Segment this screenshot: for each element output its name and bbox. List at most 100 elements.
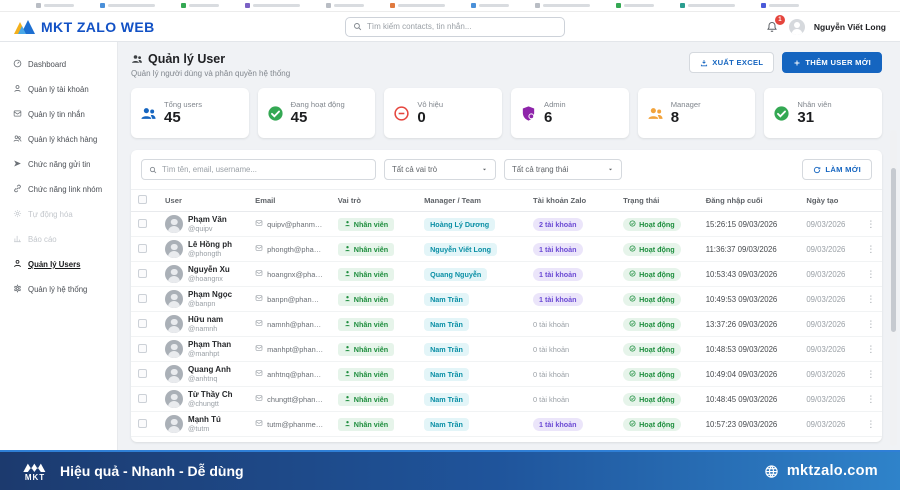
row-checkbox[interactable] <box>138 343 147 353</box>
role-filter-select[interactable]: Tất cả vai trò <box>384 159 496 180</box>
table-search[interactable] <box>141 159 376 180</box>
row-actions-button[interactable]: ⋮ <box>866 344 875 355</box>
check-circle-icon <box>629 344 636 354</box>
notification-badge: 1 <box>774 14 785 25</box>
envelope-icon <box>255 419 263 429</box>
row-checkbox[interactable] <box>138 268 147 278</box>
bookmark-item[interactable] <box>181 3 219 8</box>
zalo-accounts-badge[interactable]: 1 tài khoản <box>533 292 583 306</box>
row-actions-button[interactable]: ⋮ <box>866 269 875 280</box>
status-badge: Hoạt động <box>623 317 681 331</box>
user-avatar <box>165 365 184 383</box>
bookmark-item[interactable] <box>471 3 509 8</box>
sidebar-item-chức-năng-gửi-tin[interactable]: Chức năng gửi tin <box>0 152 117 177</box>
select-all-checkbox[interactable] <box>138 195 147 204</box>
report-icon <box>13 234 22 245</box>
stat-value: 0 <box>417 109 426 127</box>
sidebar-item-tự-động-hóa[interactable]: Tự động hóa <box>0 202 117 227</box>
manager-link[interactable]: Nam Trần <box>424 317 469 331</box>
table-search-input[interactable] <box>162 165 368 174</box>
sidebar-item-quản-lý-users[interactable]: Quản lý Users <box>0 252 117 277</box>
user-name: Phạm Văn <box>188 215 227 224</box>
stat-card: Tổng users 45 <box>131 88 249 138</box>
user-avatar[interactable] <box>788 18 805 35</box>
zalo-accounts-badge[interactable]: 1 tài khoản <box>533 242 583 256</box>
zalo-accounts-badge[interactable]: 1 tài khoản <box>533 417 583 431</box>
row-actions-button[interactable]: ⋮ <box>866 369 875 380</box>
bookmark-item[interactable] <box>390 3 445 8</box>
bookmark-item[interactable] <box>535 3 590 8</box>
manager-link[interactable]: Nam Trần <box>424 342 469 356</box>
scrollbar-thumb[interactable] <box>891 167 896 333</box>
sidebar-item-quản-lý-hệ-thống[interactable]: Quản lý hệ thống <box>0 277 117 302</box>
row-actions-button[interactable]: ⋮ <box>866 394 875 405</box>
sidebar-item-quản-lý-khách-hàng[interactable]: Quản lý khách hàng <box>0 127 117 152</box>
manager-link[interactable]: Nguyễn Viết Long <box>424 242 498 256</box>
global-search[interactable] <box>345 16 565 37</box>
sidebar-item-quản-lý-tin-nhắn[interactable]: Quản lý tin nhắn <box>0 102 117 127</box>
column-header: Đăng nhập cuối <box>698 189 800 212</box>
bookmark-item[interactable] <box>36 3 74 8</box>
manager-link[interactable]: Quang Nguyễn <box>424 267 488 281</box>
row-actions-button[interactable]: ⋮ <box>866 219 875 230</box>
zalo-accounts-badge[interactable]: 1 tài khoản <box>533 267 583 281</box>
row-checkbox[interactable] <box>138 293 147 303</box>
bookmark-item[interactable] <box>245 3 300 8</box>
envelope-icon <box>255 219 263 229</box>
user-menu[interactable]: Nguyễn Viết Long <box>814 22 886 32</box>
row-checkbox[interactable] <box>138 418 147 428</box>
notifications-button[interactable]: 1 <box>766 14 785 34</box>
user-handle: @chungtt <box>188 399 219 408</box>
sidebar-item-chức-năng-link-nhóm[interactable]: Chức năng link nhóm <box>0 177 117 202</box>
row-actions-button[interactable]: ⋮ <box>866 419 875 430</box>
refresh-button[interactable]: LÀM MỚI <box>802 159 872 180</box>
bookmark-item[interactable] <box>616 3 654 8</box>
zalo-accounts-text: 0 tài khoản <box>533 319 570 329</box>
person-icon <box>344 320 351 329</box>
manager-link[interactable]: Nam Trần <box>424 367 469 381</box>
stat-label: Đang hoạt động <box>290 100 345 110</box>
stats-row: Tổng users 45 Đang hoạt động 45 Vô hiệu 0 Admi… <box>131 88 883 138</box>
row-checkbox[interactable] <box>138 318 147 328</box>
brand-logo[interactable]: MKT ZALO WEB <box>14 19 155 35</box>
zalo-accounts-text: 0 tài khoản <box>533 369 570 379</box>
stat-value: 45 <box>290 109 308 127</box>
manager-link[interactable]: Hoàng Lý Dương <box>424 217 496 231</box>
status-filter-value: Tất cả trạng thái <box>512 165 569 174</box>
row-actions-button[interactable]: ⋮ <box>866 294 875 305</box>
check-circle-icon <box>629 219 636 229</box>
created-date: 09/03/2026 <box>799 286 860 312</box>
global-search-input[interactable] <box>367 22 557 31</box>
manager-link[interactable]: Nam Trần <box>424 292 469 306</box>
refresh-label: LÀM MỚI <box>825 165 861 174</box>
row-checkbox[interactable] <box>138 368 147 378</box>
user-name: Mạnh Tú <box>188 415 221 424</box>
manager-link[interactable]: Nam Trần <box>424 392 469 406</box>
manager-link[interactable]: Nam Trần <box>424 417 469 431</box>
user-handle: @phongth <box>188 249 222 258</box>
row-checkbox[interactable] <box>138 218 147 228</box>
add-user-button[interactable]: THÊM USER MỚI <box>782 52 882 73</box>
bookmark-item[interactable] <box>680 3 735 8</box>
bookmark-item[interactable] <box>761 3 799 8</box>
status-filter-select[interactable]: Tất cả trạng thái <box>504 159 622 180</box>
zalo-accounts-badge[interactable]: 2 tài khoản <box>533 217 583 231</box>
vertical-scrollbar[interactable] <box>890 130 897 446</box>
bookmark-item[interactable] <box>100 3 155 8</box>
user-handle: @namnh <box>188 324 218 333</box>
column-header: Trạng thái <box>616 189 699 212</box>
bookmark-item[interactable] <box>326 3 364 8</box>
row-actions-button[interactable]: ⋮ <box>866 244 875 255</box>
user-avatar <box>165 290 184 308</box>
row-checkbox[interactable] <box>138 243 147 253</box>
role-badge: Nhân viên <box>337 242 395 256</box>
sidebar-item-dashboard[interactable]: Dashboard <box>0 52 117 77</box>
dashboard-icon <box>13 59 22 70</box>
footer-website[interactable]: mktzalo.com <box>787 463 878 479</box>
row-actions-button[interactable]: ⋮ <box>866 319 875 330</box>
envelope-icon <box>255 294 263 304</box>
sidebar-item-báo-cáo[interactable]: Báo cáo <box>0 227 117 252</box>
export-excel-button[interactable]: XUẤT EXCEL <box>689 52 775 73</box>
row-checkbox[interactable] <box>138 393 147 403</box>
sidebar-item-quản-lý-tài-khoản[interactable]: Quản lý tài khoản <box>0 77 117 102</box>
